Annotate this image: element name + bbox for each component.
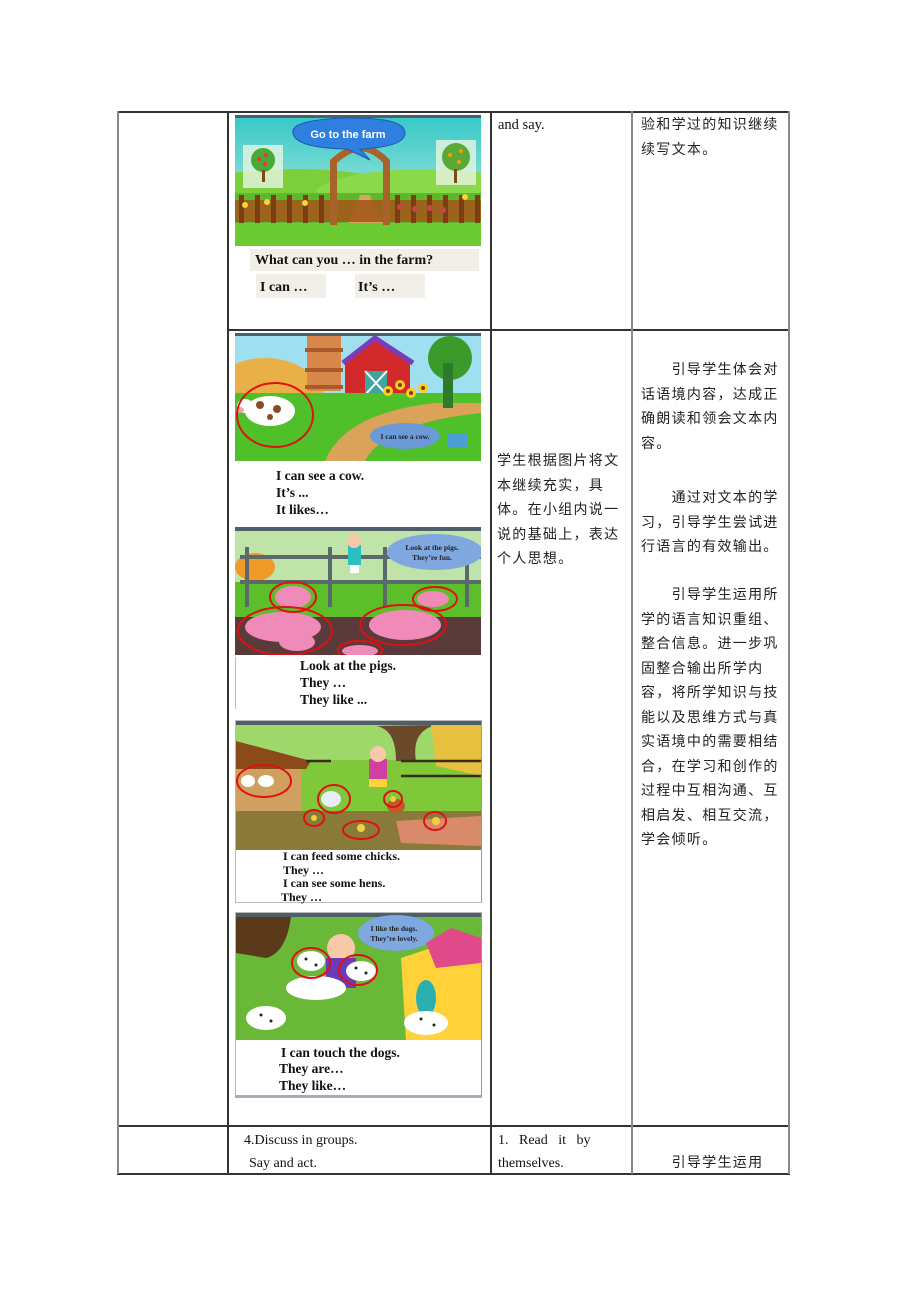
row1-design-intent: 验和学过的知识继续续写文本。	[641, 117, 779, 158]
chicks-line-3: I can see some hens.	[283, 876, 386, 890]
cow-bubble-text: I can see a cow.	[381, 432, 430, 441]
pigs-line-3: They like ...	[300, 692, 368, 707]
table-border-right	[788, 111, 790, 1174]
table-border-left	[117, 111, 119, 1174]
slide-chicks	[236, 721, 481, 850]
column-divider-2	[490, 111, 492, 1174]
slide-bubble-text: Go to the farm	[310, 129, 385, 141]
row3-student-line-2: themselves.	[498, 1156, 564, 1171]
row1-student-activity: and say.	[498, 117, 545, 133]
cow-line-2: It’s ...	[276, 485, 309, 500]
chicks-line-4: They …	[281, 890, 323, 904]
slide-go-to-the-farm: Go to the farm	[235, 115, 481, 246]
row2-student-activity: 学生根据图片将文本继续充实，具体。在小组内说一说的基础上，表达个人思想。	[497, 453, 620, 567]
cow-line-1: I can see a cow.	[276, 468, 365, 483]
slide-cow: I can see a cow.	[235, 333, 481, 461]
cow-line-3: It likes…	[276, 502, 329, 517]
slide-pigs: Look at the pigs. They’re fun.	[235, 527, 481, 655]
slide-dogs: I like the dogs. They’re lovely.	[236, 913, 481, 1040]
dogs-bubble-line-1: I like the dogs.	[371, 924, 418, 933]
slide-question: What can you … in the farm?	[255, 253, 434, 268]
row3-step-line-1: 4.Discuss in groups.	[244, 1133, 358, 1148]
dogs-line-1: I can touch the dogs.	[281, 1045, 400, 1060]
pigs-bubble-line-1: Look at the pigs.	[405, 543, 458, 552]
column-divider-3	[631, 111, 633, 1174]
dogs-line-3: They like…	[279, 1078, 347, 1093]
column-divider-1	[227, 111, 229, 1174]
row3-step-line-2: Say and act.	[249, 1156, 318, 1171]
pigs-line-1: Look at the pigs.	[300, 658, 397, 673]
pigs-frame-edge	[235, 657, 236, 709]
chicks-line-1: I can feed some chicks.	[283, 849, 400, 863]
dogs-bubble-line-2: They’re lovely.	[370, 934, 417, 943]
row-divider-2	[117, 1125, 790, 1127]
row3-student-line-1: 1. Read it by	[498, 1133, 591, 1148]
row2-design-intent-2: 通过对文本的学习，引导学生尝试进行语言的有效输出。	[641, 490, 779, 555]
row-divider-1	[227, 329, 790, 331]
dogs-line-2: They are…	[279, 1061, 344, 1076]
row2-design-intent-1: 引导学生体会对话语境内容，达成正确朗读和领会文本内容。	[641, 362, 779, 452]
pigs-line-2: They …	[300, 675, 347, 690]
pigs-bubble-line-2: They’re fun.	[412, 553, 452, 562]
row2-design-intent-3: 引导学生运用所学的语言知识重组、整合信息。进一步巩固整合输出所学内容，将所学知识…	[641, 587, 779, 848]
slide-prompt-i-can: I can …	[260, 280, 308, 295]
row3-design-intent: 引导学生运用	[641, 1155, 764, 1171]
slide-prompt-its: It’s …	[358, 280, 396, 295]
